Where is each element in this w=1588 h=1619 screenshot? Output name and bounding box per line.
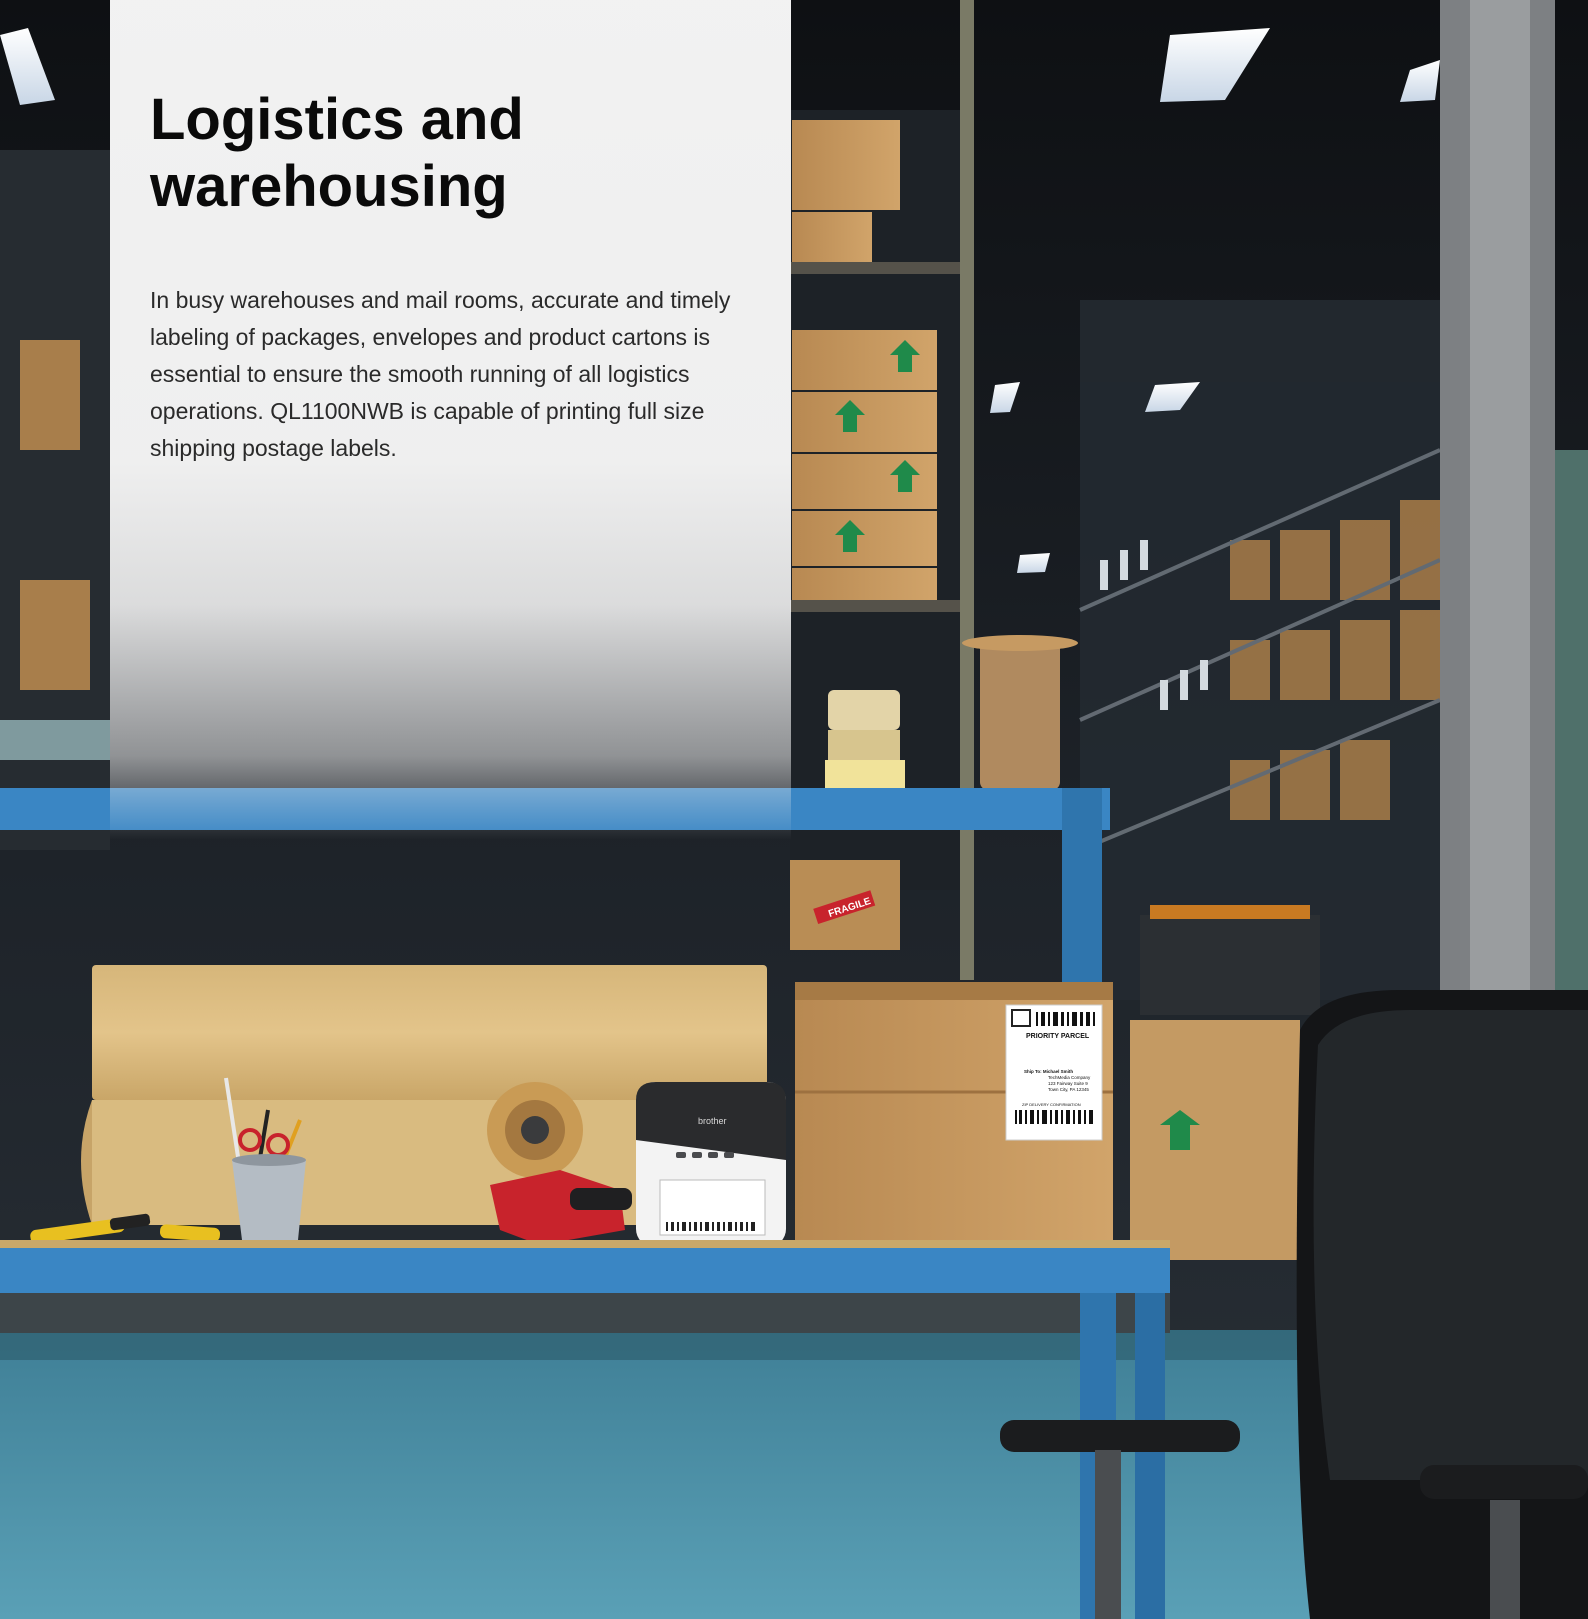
far-shelving bbox=[1079, 300, 1441, 1000]
label-street: 123 Fairway Suite 9 bbox=[1048, 1081, 1088, 1086]
left-shelving bbox=[0, 150, 110, 850]
label-confirmation: ZIP DELIVERY CONFIRMATION bbox=[1022, 1102, 1081, 1107]
printer-brand: brother bbox=[698, 1116, 727, 1126]
content-card: Logistics and warehousing In busy wareho… bbox=[110, 0, 791, 840]
label-service: PRIORITY PARCEL bbox=[1026, 1033, 1090, 1040]
section-body: In busy warehouses and mail rooms, accur… bbox=[150, 287, 731, 461]
label-company: TechMedia Company bbox=[1048, 1075, 1091, 1080]
shipping-label: PRIORITY PARCEL Ship To: Michael Smith T… bbox=[1005, 1004, 1103, 1141]
label-ship-to: Ship To: Michael Smith bbox=[1024, 1069, 1073, 1074]
section-title: Logistics and warehousing bbox=[150, 87, 524, 219]
label-printer: brother bbox=[636, 1082, 786, 1247]
workbench-top bbox=[0, 1245, 1170, 1293]
forklift bbox=[1130, 905, 1320, 1260]
shipping-box: PRIORITY PARCEL Ship To: Michael Smith T… bbox=[795, 982, 1113, 1245]
label-city: Town City, PA 12345 bbox=[1048, 1087, 1089, 1092]
